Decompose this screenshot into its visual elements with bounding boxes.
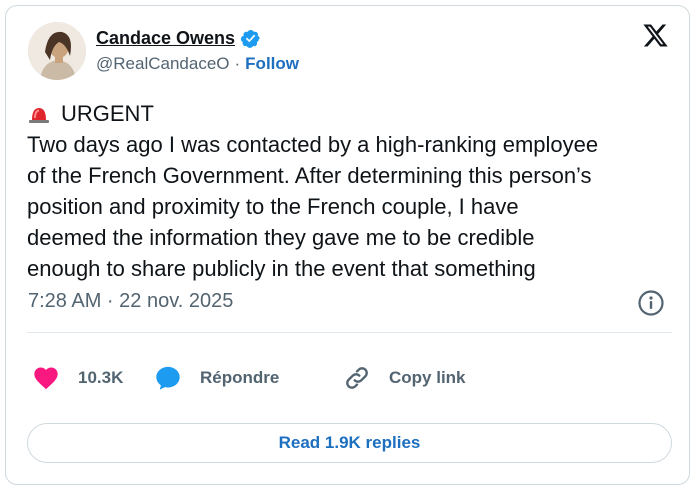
copy-link-button[interactable]: Copy link	[343, 364, 466, 392]
police-light-icon	[29, 108, 49, 123]
speech-bubble-icon	[156, 366, 180, 390]
tweet-card: Candace Owens @RealCandaceO · Follow URG…	[5, 5, 690, 485]
follow-button[interactable]: Follow	[245, 54, 299, 74]
author-name[interactable]: Candace Owens	[96, 28, 235, 49]
link-icon	[346, 367, 368, 389]
reply-button[interactable]: Répondre	[154, 364, 343, 392]
x-logo-icon[interactable]	[642, 22, 669, 49]
avatar[interactable]	[28, 22, 86, 80]
like-count: 10.3K	[78, 368, 124, 387]
divider	[27, 332, 672, 333]
like-button[interactable]: 10.3K	[32, 364, 154, 392]
tweet-text: URGENT Two days ago I was contacted by a…	[27, 98, 677, 284]
heart-icon	[34, 367, 58, 390]
tweet-timestamp[interactable]: 7:28 AM · 22 nov. 2025	[28, 290, 233, 313]
tweet-body: Two days ago I was contacted by a high-r…	[27, 132, 599, 281]
read-replies-label: Read 1.9K replies	[278, 433, 421, 452]
author-handle[interactable]: @RealCandaceO	[96, 54, 230, 74]
reply-label: Répondre	[200, 368, 280, 387]
verified-badge-icon	[240, 29, 260, 48]
urgent-label: URGENT	[61, 101, 154, 126]
info-icon[interactable]	[637, 289, 665, 317]
separator-dot: ·	[234, 54, 241, 73]
copy-link-label: Copy link	[389, 368, 466, 387]
read-replies-button[interactable]: Read 1.9K replies	[27, 423, 672, 463]
